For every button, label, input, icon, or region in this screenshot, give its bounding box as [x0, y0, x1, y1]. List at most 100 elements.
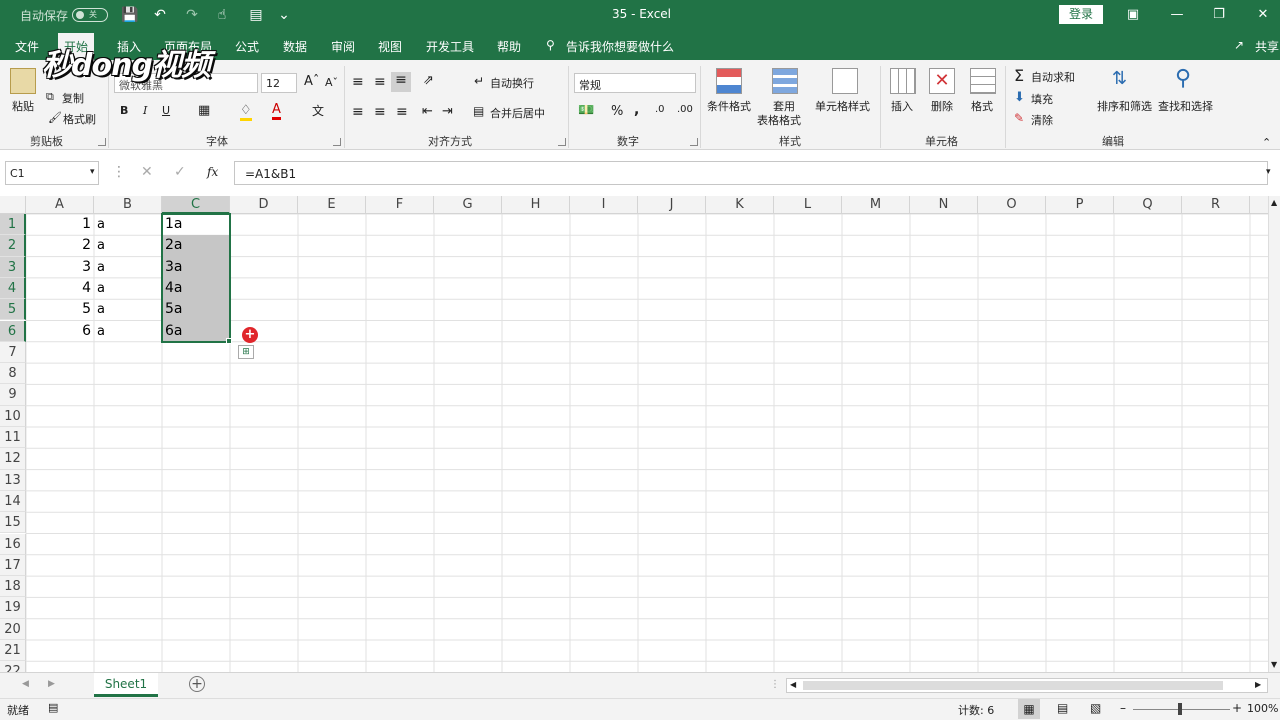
column-header-f[interactable]: F — [366, 196, 434, 214]
new-sheet-icon[interactable]: + — [189, 676, 205, 692]
delete-cells-icon[interactable]: ✕ — [929, 68, 955, 94]
row-header-13[interactable]: 13 — [0, 469, 26, 491]
font-size-select[interactable]: 12 — [261, 73, 297, 93]
row-header-12[interactable]: 12 — [0, 448, 26, 470]
column-header-p[interactable]: P — [1046, 196, 1114, 214]
insert-cells-icon[interactable] — [890, 68, 916, 94]
cell-styles-button[interactable]: 单元格样式 — [815, 98, 870, 114]
grow-font-icon[interactable]: Aˆ — [304, 74, 319, 89]
collapse-ribbon-icon[interactable]: ⌃ — [1262, 136, 1271, 149]
format-painter-button[interactable]: 格式刷 — [63, 111, 96, 127]
formula-input[interactable]: =A1&B1 — [234, 161, 1268, 185]
column-header-c[interactable]: C — [162, 196, 230, 214]
increase-decimal-icon[interactable]: .0 — [655, 104, 665, 115]
normal-view-icon[interactable]: ▦ — [1018, 699, 1040, 719]
alignment-launcher-icon[interactable] — [558, 138, 566, 146]
cancel-icon[interactable]: ✕ — [141, 164, 153, 180]
format-cells-icon[interactable] — [970, 68, 996, 94]
column-header-h[interactable]: H — [502, 196, 570, 214]
font-color-icon[interactable]: A — [272, 102, 281, 120]
name-box-dropdown-icon[interactable]: ▾ — [90, 167, 95, 177]
zoom-out-icon[interactable]: – — [1120, 701, 1126, 715]
copy-button[interactable]: 复制 — [62, 90, 84, 106]
row-header-3[interactable]: 3 — [0, 256, 26, 278]
fill-handle[interactable] — [226, 337, 232, 344]
align-bottom-icon[interactable]: ≡ — [391, 72, 411, 92]
row-header-18[interactable]: 18 — [0, 576, 26, 598]
scroll-down-icon[interactable]: ▼ — [1271, 660, 1277, 669]
row-header-22[interactable]: 22 — [0, 661, 26, 672]
cell-b3[interactable]: a — [94, 257, 162, 278]
column-header-m[interactable]: M — [842, 196, 910, 214]
font-launcher-icon[interactable] — [333, 138, 341, 146]
row-header-16[interactable]: 16 — [0, 533, 26, 555]
row-header-7[interactable]: 7 — [0, 341, 26, 364]
cell-b4[interactable]: a — [94, 278, 162, 299]
scroll-left-icon[interactable]: ◀ — [790, 680, 796, 689]
vertical-scrollbar[interactable]: ▲ ▼ — [1268, 196, 1280, 672]
cell-a4[interactable]: 4 — [26, 278, 94, 299]
cell-b6[interactable]: a — [94, 321, 162, 342]
macro-record-icon[interactable]: ▤ — [48, 701, 58, 714]
wrap-text-icon[interactable]: ↵ — [474, 74, 484, 88]
format-cells-button[interactable]: 格式 — [971, 98, 993, 114]
column-header-j[interactable]: J — [638, 196, 706, 214]
cell-styles-icon[interactable] — [832, 68, 858, 94]
ribbon-display-icon[interactable]: ▣ — [1122, 5, 1144, 25]
row-header-15[interactable]: 15 — [0, 512, 26, 534]
sort-filter-icon[interactable]: ⇅ — [1112, 68, 1127, 89]
tab-file[interactable]: 文件 — [15, 38, 39, 55]
touch-mode-icon[interactable]: ☝ — [212, 5, 232, 25]
column-header-r[interactable]: R — [1182, 196, 1250, 214]
scroll-right-icon[interactable]: ▶ — [1255, 680, 1261, 689]
share-icon[interactable]: ↗ — [1234, 38, 1244, 52]
find-select-icon[interactable]: ⚲ — [1175, 66, 1191, 91]
minimize-icon[interactable]: — — [1166, 5, 1188, 25]
conditional-format-icon[interactable] — [716, 68, 742, 94]
select-all-corner[interactable] — [0, 196, 26, 214]
italic-button[interactable]: I — [143, 104, 147, 117]
tab-review[interactable]: 审阅 — [331, 38, 355, 55]
row-header-1[interactable]: 1 — [0, 214, 26, 236]
clipboard-launcher-icon[interactable] — [98, 138, 106, 146]
orientation-icon[interactable]: ⇗ — [423, 73, 434, 88]
redo-icon[interactable]: ↷ — [182, 5, 202, 25]
decrease-decimal-icon[interactable]: .00 — [677, 104, 693, 115]
row-header-17[interactable]: 17 — [0, 554, 26, 577]
column-header-d[interactable]: D — [230, 196, 298, 214]
phonetic-icon[interactable]: 文 — [312, 102, 324, 119]
scroll-thumb[interactable] — [803, 681, 1223, 690]
shrink-font-icon[interactable]: Aˇ — [325, 76, 338, 89]
clear-icon[interactable]: ✎ — [1014, 111, 1024, 125]
tab-data[interactable]: 数据 — [283, 38, 307, 55]
zoom-in-icon[interactable]: + — [1232, 701, 1242, 715]
percent-button[interactable]: % — [611, 104, 623, 119]
fill-button[interactable]: 填充 — [1031, 91, 1053, 107]
column-header-k[interactable]: K — [706, 196, 774, 214]
format-as-table-icon[interactable] — [772, 68, 798, 94]
column-header-q[interactable]: Q — [1114, 196, 1182, 214]
delete-cells-button[interactable]: 删除 — [931, 98, 953, 114]
save-icon[interactable]: 💾 — [120, 5, 140, 25]
merge-center-icon[interactable]: ▤ — [473, 104, 484, 118]
insert-function-button[interactable]: fx — [207, 165, 218, 179]
number-format-select[interactable]: 常规 — [574, 73, 696, 93]
row-header-10[interactable]: 10 — [0, 405, 26, 427]
column-header-g[interactable]: G — [434, 196, 502, 214]
tab-split-icon[interactable]: ⋮ — [770, 679, 780, 690]
align-top-icon[interactable]: ≡ — [352, 74, 364, 90]
cell-a6[interactable]: 6 — [26, 321, 94, 342]
clear-button[interactable]: 清除 — [1031, 112, 1053, 128]
insert-cells-button[interactable]: 插入 — [891, 98, 913, 114]
tab-help[interactable]: 帮助 — [497, 38, 521, 55]
autofill-options-icon[interactable]: ⊞ — [238, 344, 254, 359]
number-launcher-icon[interactable] — [690, 138, 698, 146]
increase-indent-icon[interactable]: ⇥ — [442, 104, 453, 119]
row-header-4[interactable]: 4 — [0, 277, 26, 300]
column-header-n[interactable]: N — [910, 196, 978, 214]
worksheet-grid[interactable]: ABCDEFGHIJKLMNOPQR 1 2 3 4 5 6 7 8 9 10 11 12 13 14 15… — [0, 196, 1268, 672]
page-break-view-icon[interactable]: ▧ — [1090, 701, 1101, 715]
tab-developer[interactable]: 开发工具 — [426, 38, 474, 55]
expand-formula-icon[interactable]: ▾ — [1266, 167, 1271, 177]
cell-a1[interactable]: 1 — [26, 214, 94, 235]
